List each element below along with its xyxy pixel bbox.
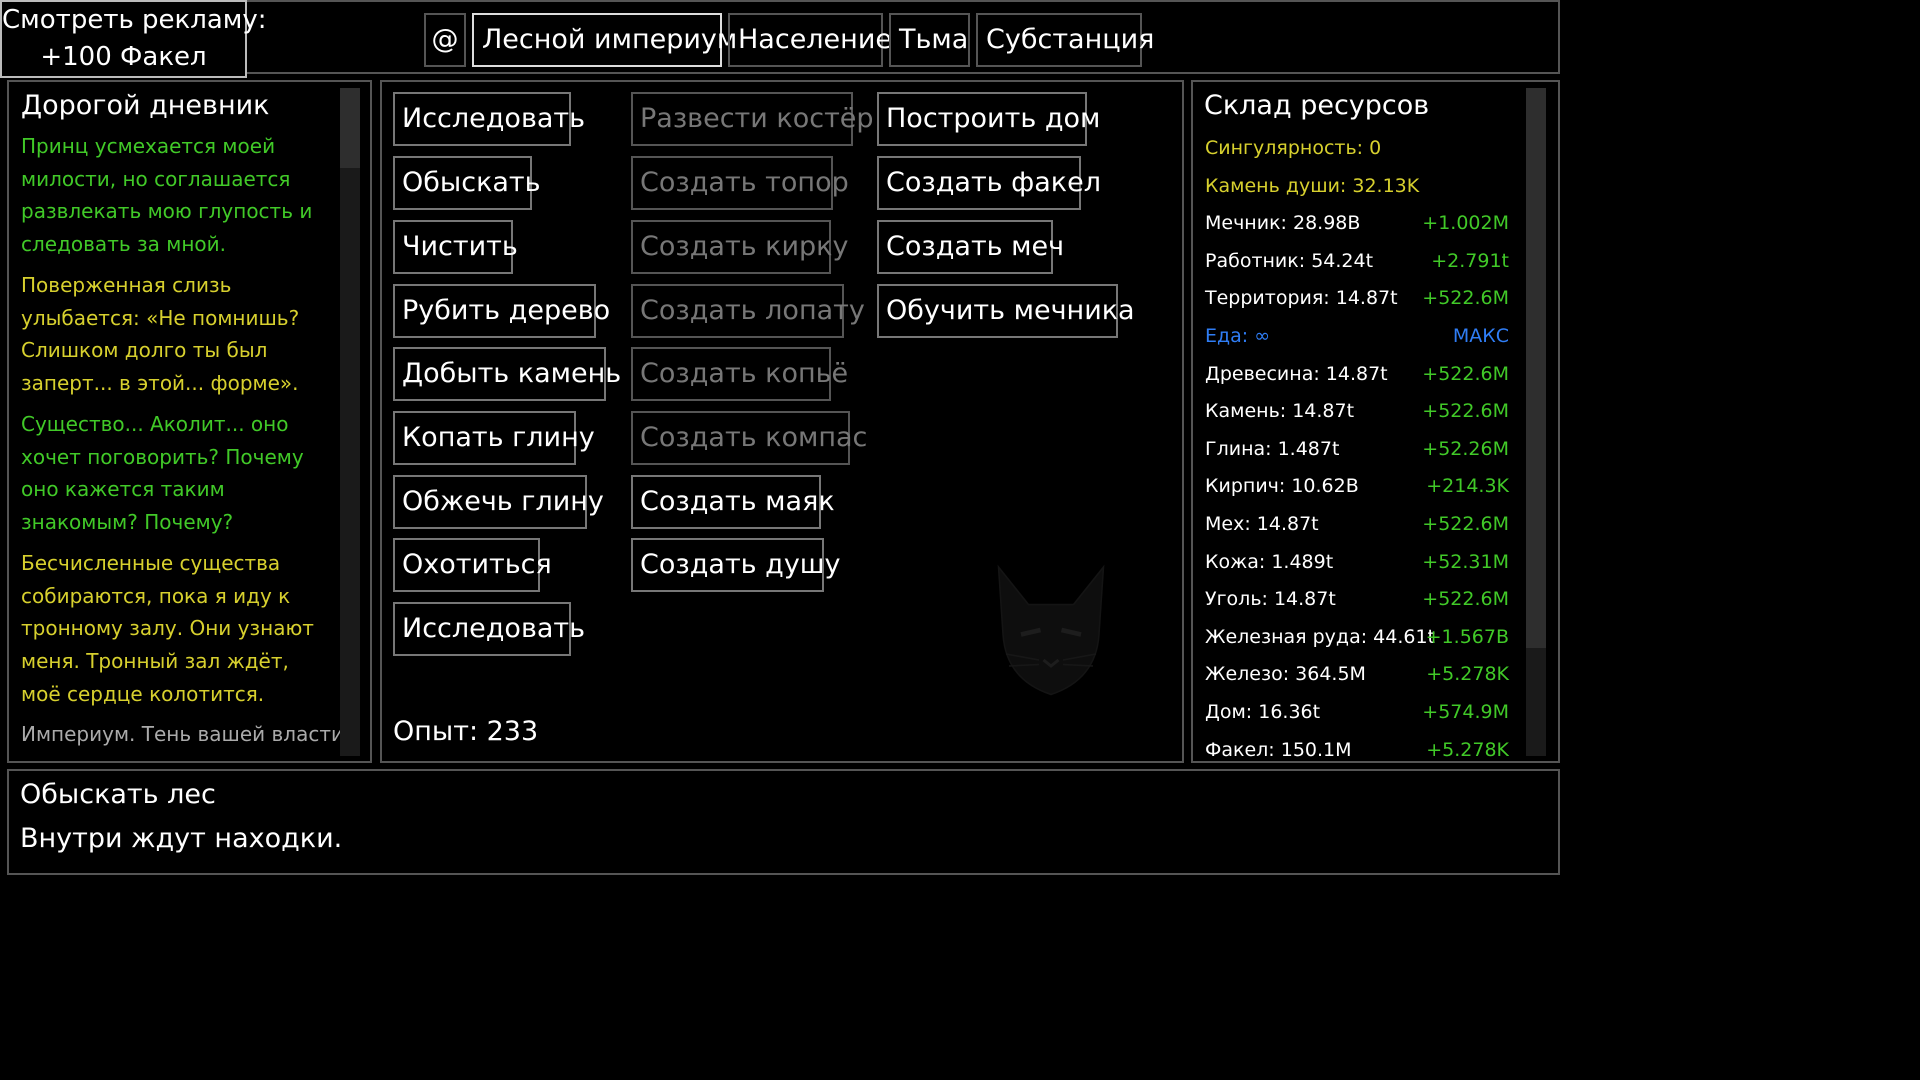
watch-ad-button[interactable]: Смотреть рекламу: +100 Факел <box>0 0 267 78</box>
make-compass-button[interactable]: Создать компас <box>631 411 867 465</box>
resource-name: Дом: 16.36t <box>1205 701 1321 723</box>
resource-name: Железо: 364.5M <box>1205 663 1366 686</box>
tab-forest-imperium[interactable]: Лесной империум <box>472 13 737 67</box>
resource-rate: +5.278K <box>1426 663 1509 686</box>
resource-row: Древесина: 14.87t +522.6M <box>1205 361 1509 399</box>
resource-row: Железная руда: 44.61t +1.567B <box>1205 624 1509 662</box>
resource-row: Железо: 364.5M +5.278K <box>1205 661 1509 699</box>
resource-name: Сингулярность: 0 <box>1205 137 1382 159</box>
fire-clay-button[interactable]: Обжечь глину <box>393 475 604 529</box>
resource-row: Уголь: 14.87t +522.6M <box>1205 586 1509 624</box>
resource-rate: +522.6M <box>1422 362 1509 385</box>
storage-title: Склад ресурсов <box>1204 90 1430 121</box>
resource-name: Еда: ∞ <box>1205 325 1271 347</box>
resource-row: Глина: 1.487t +52.26M <box>1205 436 1509 474</box>
diary-entry: Поверженная слизь улыбается: «Не помнишь… <box>21 273 300 396</box>
resource-rate: +52.31M <box>1422 550 1509 573</box>
make-axe-button[interactable]: Создать топор <box>631 156 849 210</box>
tab-darkness[interactable]: Тьма <box>889 13 970 67</box>
make-sword-button[interactable]: Создать меч <box>877 220 1064 274</box>
resource-rate: +5.278K <box>1426 738 1509 761</box>
resource-row: Территория: 14.87t +522.6M <box>1205 285 1509 323</box>
resource-row: Кожа: 1.489t +52.31M <box>1205 549 1509 587</box>
resource-name: Мечник: 28.98B <box>1205 212 1361 235</box>
resource-name: Уголь: 14.87t <box>1205 588 1336 611</box>
make-pickaxe-button[interactable]: Создать кирку <box>631 220 848 274</box>
resource-rate: +522.6M <box>1422 588 1509 611</box>
resource-name: Кирпич: 10.62B <box>1205 475 1359 498</box>
resource-row: Еда: ∞ МАКС <box>1205 323 1509 361</box>
diary-entry: Существо... Аколит... оно хочет поговори… <box>21 412 304 535</box>
storage-panel: Склад ресурсов Сингулярность: 0 Камень д… <box>1191 80 1560 763</box>
resource-rate: +522.6M <box>1422 513 1509 535</box>
search-button[interactable]: Обыскать <box>393 156 541 210</box>
resource-rate: +1.002M <box>1422 212 1509 235</box>
diary-scrollbar[interactable] <box>340 88 360 756</box>
resource-name: Факел: 150.1M <box>1205 738 1352 761</box>
make-beacon-button[interactable]: Создать маяк <box>631 475 835 529</box>
info-panel: Обыскать лес Внутри ждут находки. <box>7 769 1560 875</box>
experience-label: Опыт: 233 <box>393 716 539 747</box>
tab-substance[interactable]: Субстанция <box>976 13 1154 67</box>
info-description: Внутри ждут находки. <box>20 823 343 854</box>
resource-row: Сингулярность: 0 <box>1205 135 1509 173</box>
diary-title: Дорогой дневник <box>21 90 270 121</box>
hunt-button[interactable]: Охотиться <box>393 538 552 592</box>
resource-rate: +522.6M <box>1422 400 1509 423</box>
resource-name: Железная руда: 44.61t <box>1205 625 1435 648</box>
resource-row: Дом: 16.36t +574.9M <box>1205 699 1509 737</box>
make-torch-button[interactable]: Создать факел <box>877 156 1101 210</box>
make-spear-button[interactable]: Создать копьё <box>631 347 848 401</box>
resource-rate: +52.26M <box>1422 437 1509 460</box>
diary-entry: Принц усмехается моей милости, но соглаш… <box>21 134 313 257</box>
diary-panel: Дорогой дневник Принц усмехается моей ми… <box>7 80 372 763</box>
diary-entry: Бесчисленные существа собираются, пока я… <box>21 551 314 706</box>
resource-row: Камень: 14.87t +522.6M <box>1205 398 1509 436</box>
train-swordsman-button[interactable]: Обучить мечника <box>877 284 1135 338</box>
resource-name: Кожа: 1.489t <box>1205 550 1334 573</box>
resource-name: Территория: 14.87t <box>1205 287 1398 310</box>
make-soul-button[interactable]: Создать душу <box>631 538 841 592</box>
tab-at[interactable]: @ <box>424 13 466 67</box>
build-house-button[interactable]: Построить дом <box>877 92 1100 146</box>
resource-rate: +522.6M <box>1422 287 1509 310</box>
resource-name: Работник: 54.24t <box>1205 249 1374 272</box>
storage-scroll-thumb[interactable] <box>1526 88 1546 648</box>
clean-button[interactable]: Чистить <box>393 220 518 274</box>
chop-tree-button[interactable]: Рубить дерево <box>393 284 610 338</box>
ad-label: Смотреть рекламу: <box>2 5 267 35</box>
mine-stone-button[interactable]: Добыть камень <box>393 347 621 401</box>
resource-rate: +214.3K <box>1426 475 1509 498</box>
explore-button-2[interactable]: Исследовать <box>393 602 585 656</box>
resource-rate: +1.567B <box>1425 625 1509 648</box>
resource-row: Мех: 14.87t +522.6M <box>1205 511 1509 549</box>
info-title: Обыскать лес <box>20 779 216 810</box>
resource-name: Глина: 1.487t <box>1205 437 1340 460</box>
resource-row: Кирпич: 10.62B +214.3K <box>1205 473 1509 511</box>
tab-population[interactable]: Население <box>728 13 892 67</box>
resource-row: Работник: 54.24t +2.791t <box>1205 248 1509 286</box>
actions-panel: Исследовать Обыскать Чистить Рубить дере… <box>380 80 1184 763</box>
resource-name: Мех: 14.87t <box>1205 513 1319 535</box>
resource-rate: +574.9M <box>1422 701 1509 723</box>
resource-name: Камень: 14.87t <box>1205 400 1355 423</box>
storage-scrollbar[interactable] <box>1526 88 1546 756</box>
resource-row: Камень души: 32.13K <box>1205 173 1509 211</box>
diary-entry: Империум. Тень вашей власти <box>21 722 344 746</box>
make-shovel-button[interactable]: Создать лопату <box>631 284 865 338</box>
dig-clay-button[interactable]: Копать глину <box>393 411 595 465</box>
cat-emblem-icon <box>997 564 1105 696</box>
diary-scroll-thumb[interactable] <box>340 88 360 168</box>
resource-rate: МАКС <box>1452 325 1509 347</box>
resource-row: Факел: 150.1M +5.278K <box>1205 737 1509 763</box>
resource-name: Древесина: 14.87t <box>1205 362 1388 385</box>
explore-button[interactable]: Исследовать <box>393 92 585 146</box>
build-campfire-button[interactable]: Развести костёр <box>631 92 874 146</box>
resource-row: Мечник: 28.98B +1.002M <box>1205 210 1509 248</box>
resource-rate: +2.791t <box>1431 249 1509 272</box>
resource-name: Камень души: 32.13K <box>1205 174 1420 197</box>
ad-reward: +100 Факел <box>40 42 207 72</box>
